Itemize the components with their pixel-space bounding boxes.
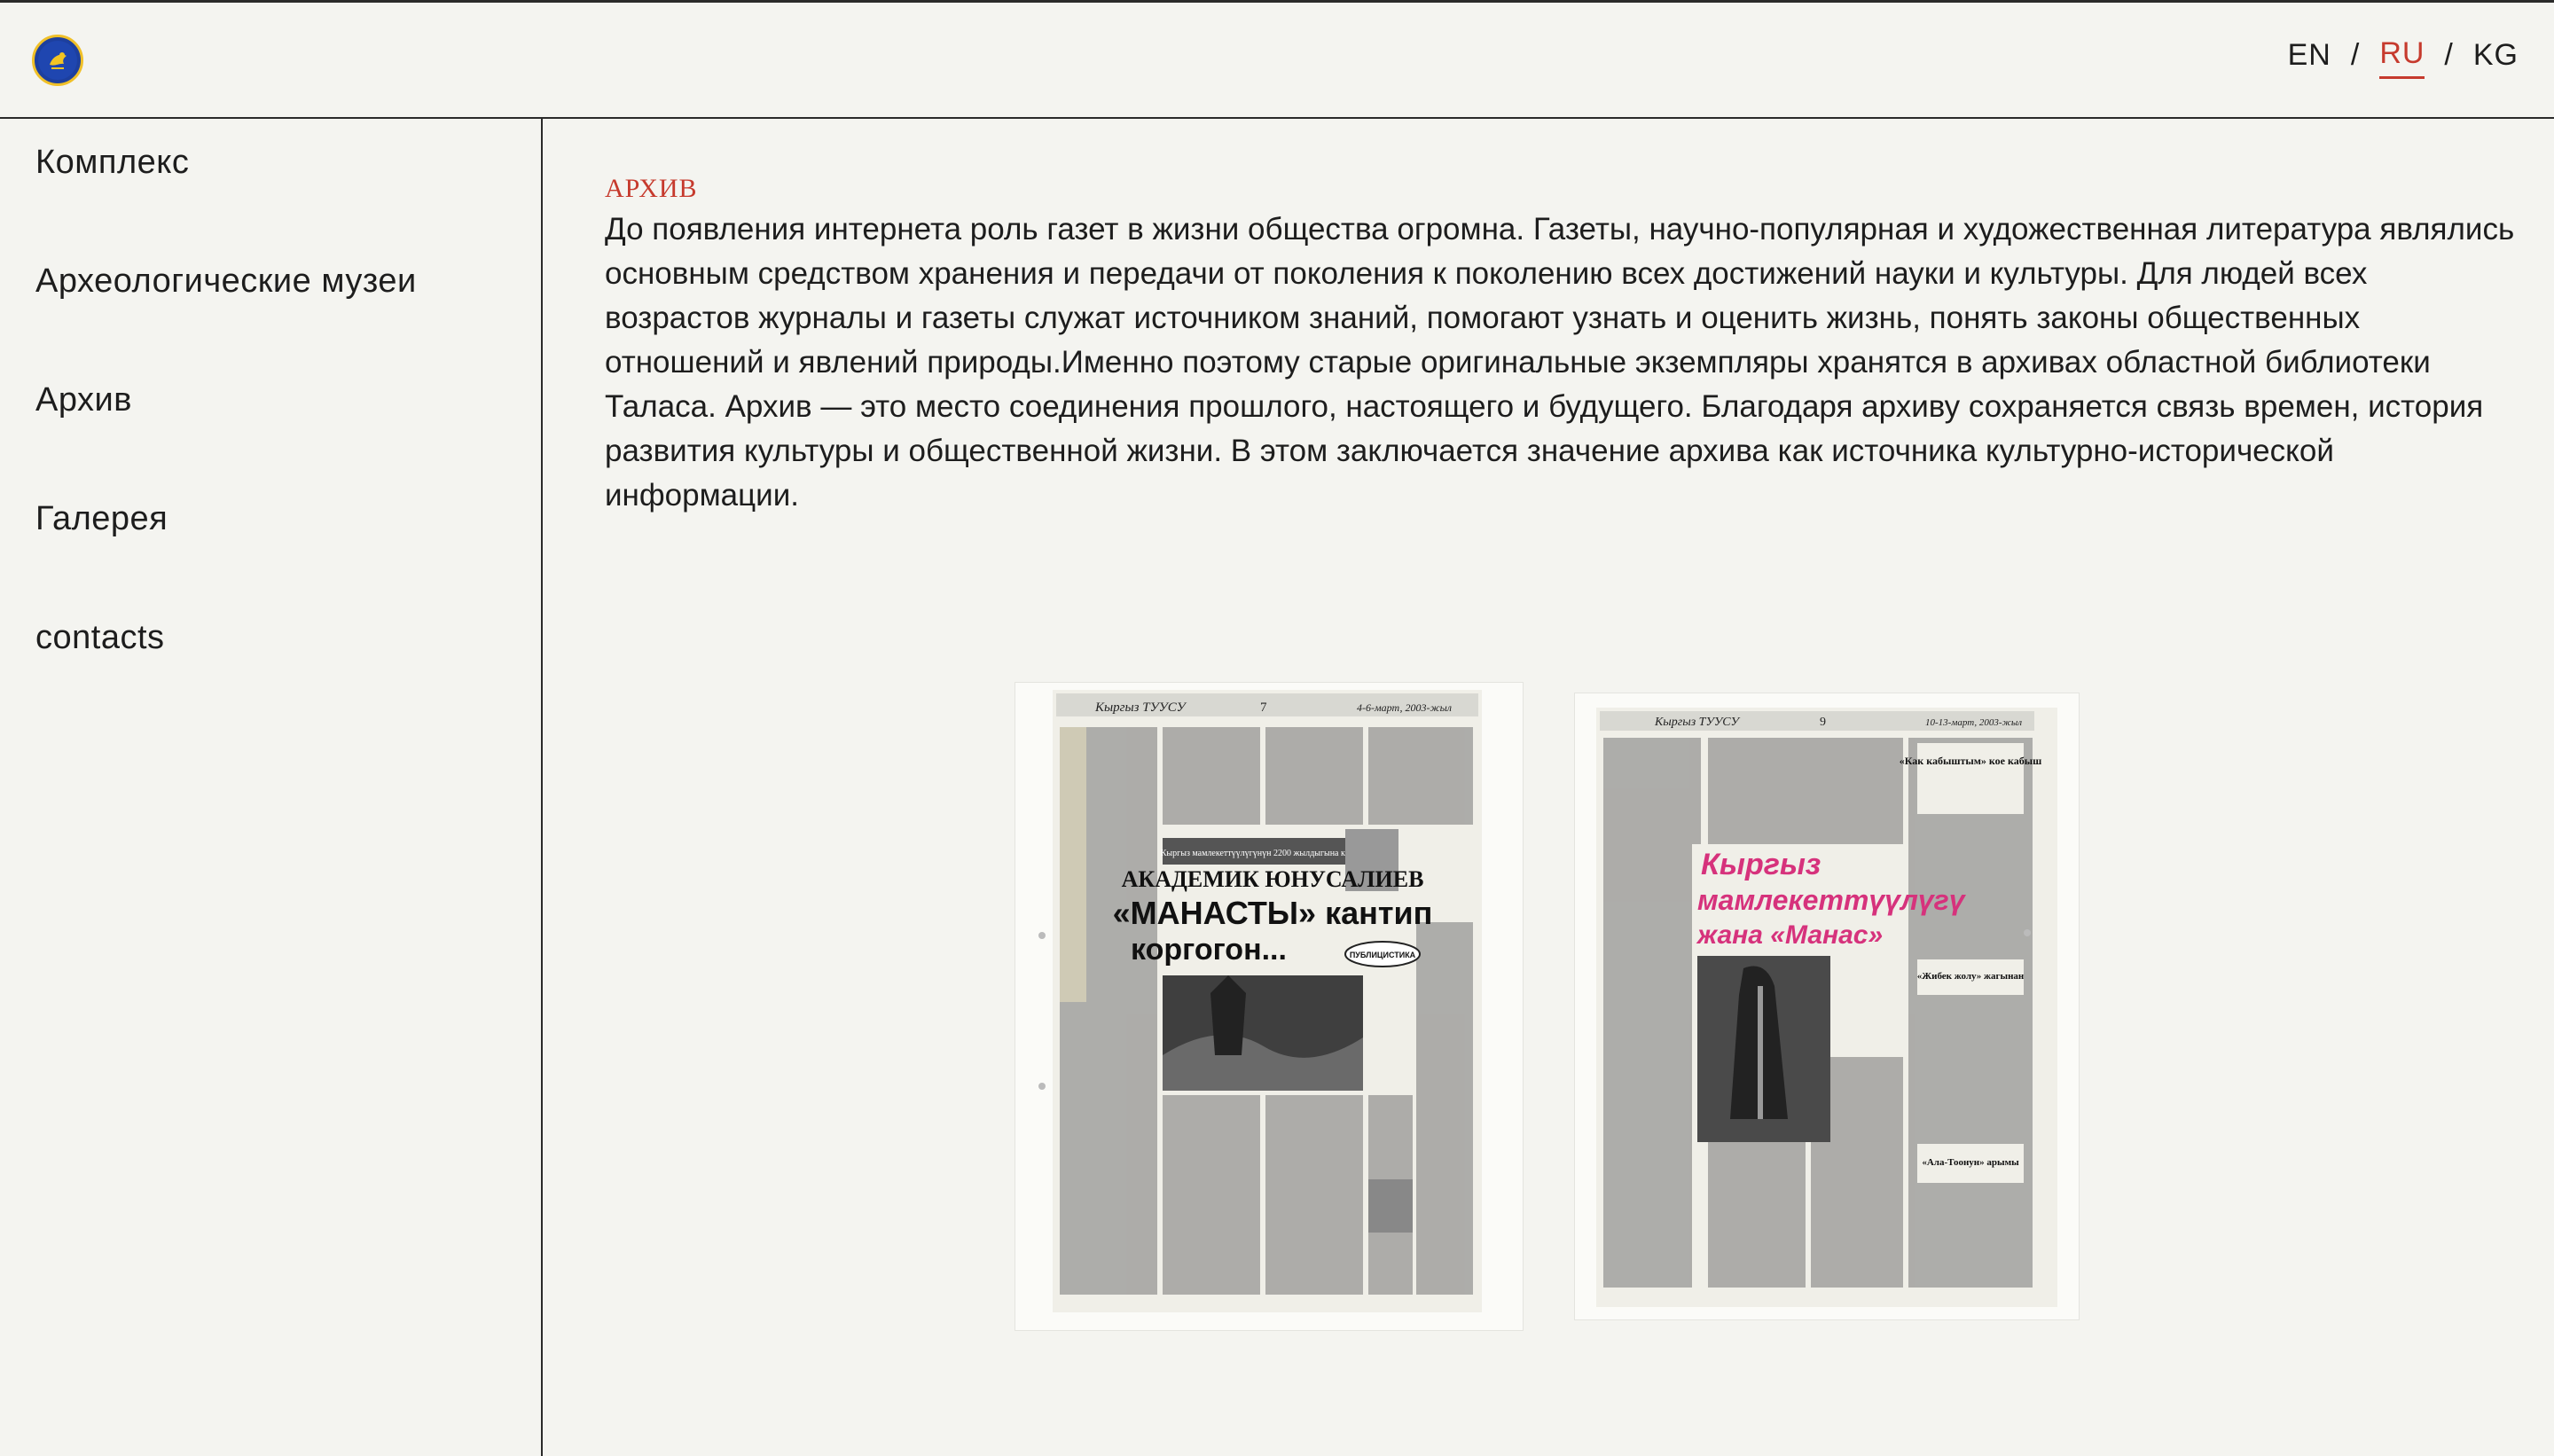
newspaper-2-headline-2: мамлекеттүүлүгү: [1697, 884, 1967, 916]
main-content: АРХИВ До появления интернета роль газет …: [543, 119, 2554, 1456]
newspaper-2-side-title-1: «Как кабыштым» кое кабыш: [1900, 755, 2041, 767]
intro-paragraph: До появления интернета роль газет в жизн…: [605, 212, 2515, 513]
language-switcher: EN / RU / KG: [2288, 36, 2519, 79]
newspaper-2-side-title-2: «Жибек жолу» жагынан: [1917, 971, 2025, 982]
emblem-logo-icon[interactable]: [32, 35, 83, 86]
sidebar-nav: Комплекс Археологические музеи Архив Гал…: [0, 119, 543, 1456]
newspaper-1-subhead: Кыргыз мамлекеттүүлүгүнүн 2200 жылдыгына…: [1161, 849, 1366, 858]
newspaper-1-page: 7: [1260, 701, 1267, 715]
newspaper-2-headline-3: жана «Манас»: [1696, 920, 1883, 950]
page-title: АРХИВ: [605, 174, 698, 203]
sidebar-item-gallery[interactable]: Галерея: [35, 500, 168, 538]
lang-ru[interactable]: RU: [2379, 36, 2425, 79]
sidebar-item-archive[interactable]: Архив: [35, 381, 132, 419]
lang-separator: /: [2350, 37, 2361, 72]
newspaper-image-1[interactable]: Кыргыз ТУУСУ 7 4-6-март, 2003-жыл Кыргыз…: [1015, 683, 1523, 1330]
newspaper-2-side-title-3: «Ала-Тоонун» арымы: [1922, 1157, 2019, 1168]
newspaper-2-headline-1: Кыргыз: [1701, 848, 1821, 881]
lang-en[interactable]: EN: [2288, 38, 2331, 78]
newspaper-1-headline-3: коргогон...: [1131, 933, 1287, 967]
newspaper-2-masthead: Кыргыз ТУУСУ: [1654, 716, 1740, 729]
newspaper-image-2[interactable]: Кыргыз ТУУСУ 9 10-13-март, 2003-жыл «Как…: [1575, 693, 2079, 1319]
lang-kg[interactable]: KG: [2473, 38, 2519, 78]
newspaper-1-masthead: Кыргыз ТУУСУ: [1094, 701, 1187, 715]
newspaper-1-headline-1: АКАДЕМИК ЮНУСАЛИЕВ: [1122, 866, 1424, 892]
newspaper-1-headline-2: «МАНАСТЫ» кантип: [1113, 895, 1433, 931]
sidebar-item-contacts[interactable]: contacts: [35, 619, 165, 657]
sidebar-item-complex[interactable]: Комплекс: [35, 144, 189, 182]
sidebar-item-museums[interactable]: Археологические музеи: [35, 262, 417, 301]
newspaper-1-tag: ПУБЛИЦИСТИКА: [1350, 951, 1416, 959]
newspaper-2-page: 9: [1820, 716, 1826, 729]
newspaper-1-date: 4-6-март, 2003-жыл: [1357, 701, 1452, 714]
newspaper-2-date: 10-13-март, 2003-жыл: [1925, 717, 2022, 728]
header: EN / RU / KG: [0, 3, 2554, 119]
lang-separator: /: [2444, 37, 2454, 72]
